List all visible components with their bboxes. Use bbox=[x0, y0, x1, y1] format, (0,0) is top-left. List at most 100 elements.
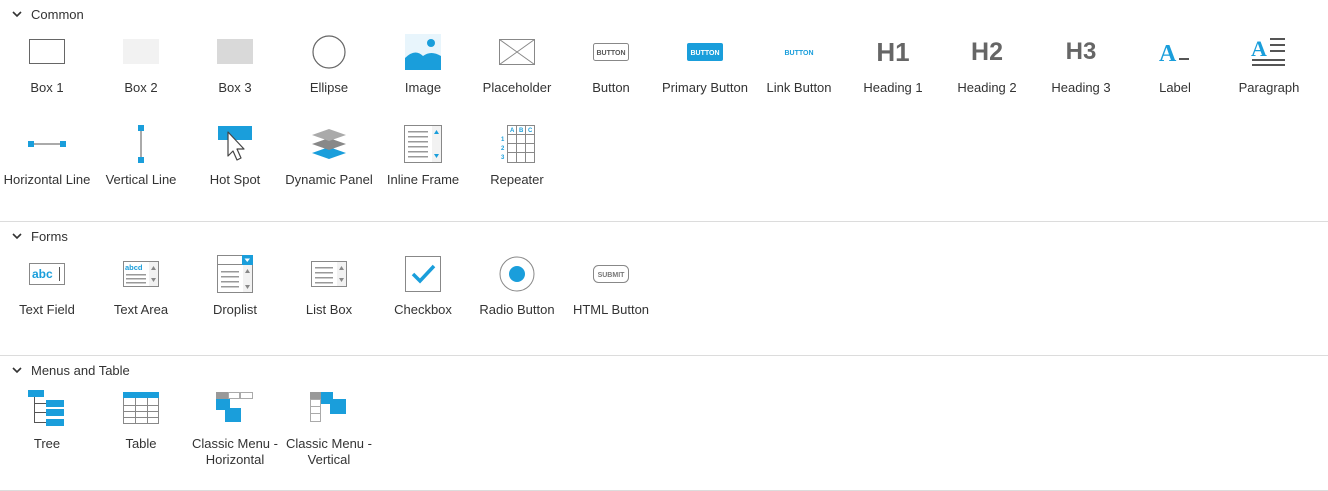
section-header-common[interactable]: Common bbox=[0, 0, 1328, 28]
widget-label: Image bbox=[404, 80, 442, 95]
tree-icon bbox=[0, 386, 94, 430]
widget-inline-frame[interactable]: Inline Frame bbox=[376, 120, 470, 212]
widget-label: Droplist bbox=[212, 302, 258, 317]
widget-placeholder[interactable]: Placeholder bbox=[470, 28, 564, 120]
heading3-icon-text: H3 bbox=[1065, 38, 1097, 65]
widget-grid-common: Box 1 Box 2 Box 3 Ellipse Image Placehol… bbox=[0, 28, 1328, 212]
heading1-icon: H1 bbox=[846, 30, 940, 74]
widget-grid-menus: Tree Table Classic Menu - Horizontal Cla… bbox=[0, 384, 1328, 476]
text-field-icon-text: abc bbox=[32, 267, 53, 281]
widget-classic-menu-horizontal[interactable]: Classic Menu - Horizontal bbox=[188, 384, 282, 476]
widget-grid-forms: abc Text Field abcd Text Area Droplist L… bbox=[0, 250, 1328, 354]
chevron-down-icon bbox=[11, 364, 23, 376]
classic-menu-vertical-icon bbox=[282, 386, 376, 430]
ellipse-icon bbox=[282, 30, 376, 74]
widget-label-item[interactable]: A Label bbox=[1128, 28, 1222, 120]
widget-checkbox[interactable]: Checkbox bbox=[376, 250, 470, 342]
widget-classic-menu-vertical[interactable]: Classic Menu - Vertical bbox=[282, 384, 376, 476]
section-title: Forms bbox=[31, 228, 68, 244]
chevron-down-icon bbox=[11, 230, 23, 242]
section-title: Menus and Table bbox=[31, 362, 130, 378]
widget-label: Tree bbox=[33, 436, 61, 451]
widget-label: Link Button bbox=[766, 80, 832, 95]
widget-label: Classic Menu - Vertical bbox=[286, 436, 372, 467]
vertical-line-icon bbox=[94, 122, 188, 166]
widget-box-3[interactable]: Box 3 bbox=[188, 28, 282, 120]
widget-text-field[interactable]: abc Text Field bbox=[0, 250, 94, 342]
repeater-row-2: 2 bbox=[501, 146, 505, 152]
widget-label: Radio Button bbox=[479, 302, 555, 317]
link-button-icon-text: BUTTON bbox=[784, 50, 813, 57]
widget-label: Button bbox=[592, 80, 630, 95]
widget-list-box[interactable]: List Box bbox=[282, 250, 376, 342]
widget-label: Repeater bbox=[490, 172, 544, 187]
widget-text-area[interactable]: abcd Text Area bbox=[94, 250, 188, 342]
widget-label: Text Area bbox=[113, 302, 169, 317]
widget-tree[interactable]: Tree bbox=[0, 384, 94, 476]
widget-heading-1[interactable]: H1 Heading 1 bbox=[846, 28, 940, 120]
widget-ellipse[interactable]: Ellipse bbox=[282, 28, 376, 120]
droplist-icon bbox=[188, 252, 282, 296]
widget-hot-spot[interactable]: Hot Spot bbox=[188, 120, 282, 212]
widget-box-2[interactable]: Box 2 bbox=[94, 28, 188, 120]
widget-box-1[interactable]: Box 1 bbox=[0, 28, 94, 120]
repeater-icon: A B C 1 2 3 bbox=[470, 122, 564, 166]
label-icon: A bbox=[1128, 30, 1222, 74]
section-forms: Forms abc Text Field abcd Text Area Drop… bbox=[0, 222, 1328, 356]
widget-html-button[interactable]: SUBMIT HTML Button bbox=[564, 250, 658, 342]
list-box-icon bbox=[282, 252, 376, 296]
widget-label: Classic Menu - Horizontal bbox=[192, 436, 278, 467]
widget-label: Paragraph bbox=[1238, 80, 1300, 95]
widget-button[interactable]: BUTTON Button bbox=[564, 28, 658, 120]
horizontal-line-icon bbox=[0, 122, 94, 166]
widget-vertical-line[interactable]: Vertical Line bbox=[94, 120, 188, 212]
hot-spot-icon bbox=[188, 122, 282, 166]
inline-frame-icon bbox=[376, 122, 470, 166]
checkbox-icon bbox=[376, 252, 470, 296]
widget-radio-button[interactable]: Radio Button bbox=[470, 250, 564, 342]
widget-label: Text Field bbox=[19, 302, 75, 317]
widget-paragraph[interactable]: A Paragraph bbox=[1222, 28, 1316, 120]
widget-table[interactable]: Table bbox=[94, 384, 188, 476]
primary-button-icon: BUTTON bbox=[658, 30, 752, 74]
radio-button-icon bbox=[470, 252, 564, 296]
widget-label: List Box bbox=[305, 302, 353, 317]
widget-label: Box 3 bbox=[218, 80, 252, 95]
image-icon bbox=[376, 30, 470, 74]
repeater-col-c: C bbox=[528, 128, 533, 134]
button-icon-text: BUTTON bbox=[596, 50, 625, 57]
table-icon bbox=[94, 386, 188, 430]
html-button-icon-text: SUBMIT bbox=[598, 272, 626, 279]
heading2-icon: H2 bbox=[940, 30, 1034, 74]
paragraph-icon: A bbox=[1222, 30, 1316, 74]
widget-repeater[interactable]: A B C 1 2 3 Repeater bbox=[470, 120, 564, 212]
widget-dynamic-panel[interactable]: Dynamic Panel bbox=[282, 120, 376, 212]
widget-image[interactable]: Image bbox=[376, 28, 470, 120]
heading2-icon-text: H2 bbox=[971, 37, 1003, 66]
widget-label: Box 1 bbox=[30, 80, 64, 95]
box1-icon bbox=[0, 30, 94, 74]
widget-heading-2[interactable]: H2 Heading 2 bbox=[940, 28, 1034, 120]
heading1-icon-text: H1 bbox=[876, 36, 910, 67]
box2-icon bbox=[94, 30, 188, 74]
widget-label: Heading 1 bbox=[863, 80, 923, 95]
section-title: Common bbox=[31, 6, 84, 22]
repeater-col-b: B bbox=[519, 128, 524, 134]
widget-link-button[interactable]: BUTTON Link Button bbox=[752, 28, 846, 120]
widget-heading-3[interactable]: H3 Heading 3 bbox=[1034, 28, 1128, 120]
widget-label: Inline Frame bbox=[386, 172, 460, 187]
widget-label: Placeholder bbox=[482, 80, 552, 95]
label-icon-text: A bbox=[1159, 41, 1177, 67]
primary-button-icon-text: BUTTON bbox=[690, 50, 719, 57]
dynamic-panel-icon bbox=[282, 122, 376, 166]
section-header-forms[interactable]: Forms bbox=[0, 222, 1328, 250]
widget-label: Horizontal Line bbox=[3, 172, 91, 187]
section-common: Common Box 1 Box 2 Box 3 Ellipse Image P… bbox=[0, 0, 1328, 222]
chevron-down-icon bbox=[11, 8, 23, 20]
widget-horizontal-line[interactable]: Horizontal Line bbox=[0, 120, 94, 212]
widget-droplist[interactable]: Droplist bbox=[188, 250, 282, 342]
widget-label: Heading 2 bbox=[957, 80, 1017, 95]
widget-label: Hot Spot bbox=[209, 172, 261, 187]
section-header-menus-and-table[interactable]: Menus and Table bbox=[0, 356, 1328, 384]
widget-primary-button[interactable]: BUTTON Primary Button bbox=[658, 28, 752, 120]
